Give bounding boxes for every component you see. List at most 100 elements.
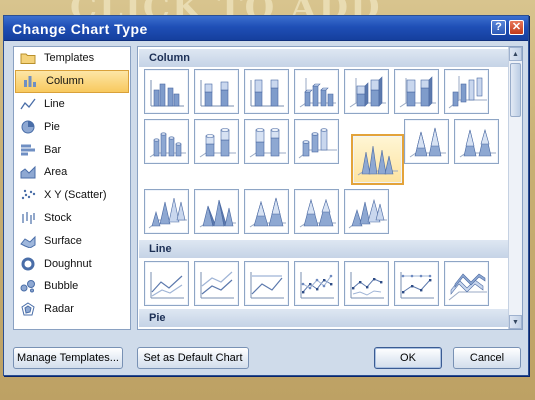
close-button[interactable]: ✕	[509, 20, 524, 35]
clustered-cone-icon	[357, 145, 398, 176]
3d-column-icon	[448, 76, 487, 109]
section-header-column: Column	[139, 49, 509, 67]
subtype-100-stacked-pyramid[interactable]	[294, 189, 339, 234]
chart-subtype-gallery: Column Line Pie ▲ ▼	[137, 46, 523, 330]
percent-stacked-pyramid-icon	[299, 198, 336, 228]
set-as-default-chart-button[interactable]: Set as Default Chart	[137, 347, 249, 369]
subtype-100-stacked-column[interactable]	[244, 69, 289, 114]
area-chart-icon	[20, 166, 36, 179]
bar-chart-icon	[21, 144, 35, 156]
chart-type-doughnut[interactable]: Doughnut	[14, 252, 130, 275]
stacked-line-icon	[200, 271, 234, 299]
cancel-button[interactable]: Cancel	[453, 347, 521, 369]
subtype-stacked-line[interactable]	[194, 261, 239, 306]
percent-stacked-line-icon	[250, 272, 284, 299]
scroll-down-arrow[interactable]: ▼	[509, 315, 522, 329]
line-chart-icon	[20, 98, 36, 110]
chart-type-label: Bar	[44, 143, 62, 156]
subtype-line[interactable]	[144, 261, 189, 306]
folder-icon	[20, 53, 36, 65]
subtype-100-stacked-cone[interactable]	[454, 119, 499, 164]
change-chart-type-dialog: Change Chart Type ? ✕ Templates Column L…	[3, 15, 529, 376]
clustered-cylinder-icon	[149, 132, 186, 158]
stacked-line-with-markers-icon	[350, 272, 384, 299]
title-bar[interactable]: Change Chart Type ? ✕	[4, 16, 528, 41]
chart-type-label: Doughnut	[44, 257, 92, 270]
chart-type-stock[interactable]: Stock	[14, 207, 130, 230]
chart-type-label: Line	[44, 97, 65, 110]
3d-stacked-column-icon	[349, 76, 386, 108]
percent-stacked-cone-icon	[459, 128, 496, 158]
line-with-markers-icon	[300, 272, 334, 299]
bubble-chart-icon	[20, 280, 35, 293]
subtype-3d-line[interactable]	[444, 261, 489, 306]
3d-line-icon	[448, 273, 487, 301]
3d-pyramid-icon	[348, 198, 387, 229]
help-button[interactable]: ?	[491, 20, 506, 35]
chart-type-pie[interactable]: Pie	[14, 115, 130, 138]
chart-type-templates[interactable]: Templates	[14, 47, 130, 70]
subtype-100-stacked-line[interactable]	[244, 261, 289, 306]
subtype-clustered-cone-selected[interactable]	[351, 134, 404, 185]
subtype-stacked-column[interactable]	[194, 69, 239, 114]
subtype-100-stacked-cylinder[interactable]	[244, 119, 289, 164]
chart-type-scatter[interactable]: X Y (Scatter)	[14, 184, 130, 207]
chart-type-radar[interactable]: Radar	[14, 298, 130, 321]
subtype-3d-cone[interactable]	[144, 189, 189, 234]
subtype-3d-cylinder[interactable]	[294, 119, 339, 164]
subtype-100-stacked-line-with-markers[interactable]	[394, 261, 439, 306]
subtype-stacked-cylinder[interactable]	[194, 119, 239, 164]
chart-type-surface[interactable]: Surface	[14, 229, 130, 252]
ok-button[interactable]: OK	[374, 347, 442, 369]
percent-stacked-cylinder-icon	[249, 128, 286, 158]
chart-type-area[interactable]: Area	[14, 161, 130, 184]
chart-type-line[interactable]: Line	[14, 93, 130, 116]
chart-type-label: X Y (Scatter)	[44, 189, 107, 202]
stacked-cone-icon	[409, 127, 446, 158]
3d-percent-stacked-column-icon	[399, 76, 436, 108]
percent-stacked-column-icon	[250, 79, 284, 107]
clustered-pyramid-icon	[199, 199, 236, 228]
subtype-3d-clustered-column[interactable]	[294, 69, 339, 114]
chart-type-label: Area	[44, 166, 68, 179]
subtype-3d-pyramid[interactable]	[344, 189, 389, 234]
chart-type-bubble[interactable]: Bubble	[14, 275, 130, 298]
subtype-clustered-pyramid[interactable]	[194, 189, 239, 234]
chart-type-label: Surface	[44, 234, 82, 247]
subtype-clustered-cylinder[interactable]	[144, 119, 189, 164]
line-icon	[150, 272, 184, 299]
subtype-stacked-line-with-markers[interactable]	[344, 261, 389, 306]
chart-type-bar[interactable]: Bar	[14, 138, 130, 161]
gallery-scrollbar[interactable]: ▲ ▼	[508, 47, 522, 329]
chart-type-label: Pie	[44, 120, 60, 133]
chart-type-label: Stock	[44, 211, 72, 224]
radar-chart-icon	[21, 302, 35, 316]
subtype-clustered-column[interactable]	[144, 69, 189, 114]
scroll-thumb[interactable]	[510, 63, 521, 117]
subtype-stacked-pyramid[interactable]	[244, 189, 289, 234]
percent-stacked-line-with-markers-icon	[400, 272, 434, 299]
3d-clustered-column-icon	[299, 78, 336, 108]
surface-chart-icon	[20, 235, 36, 248]
subtype-3d-column[interactable]	[444, 69, 489, 114]
subtype-3d-stacked-column[interactable]	[344, 69, 389, 114]
subtype-stacked-cone[interactable]	[404, 119, 449, 164]
manage-templates-button[interactable]: Manage Templates...	[13, 347, 123, 369]
chart-type-list: Templates Column Line Pie Bar Area X Y (…	[13, 46, 131, 330]
stacked-cylinder-icon	[199, 128, 236, 158]
scatter-chart-icon	[21, 189, 36, 200]
subtype-3d-100-stacked-column[interactable]	[394, 69, 439, 114]
clustered-column-icon	[150, 80, 184, 107]
column-chart-icon	[24, 76, 36, 88]
stacked-column-icon	[200, 80, 234, 107]
chart-type-label: Radar	[44, 303, 74, 316]
section-header-line: Line	[139, 240, 509, 258]
chart-type-label: Templates	[44, 52, 95, 65]
subtype-line-with-markers[interactable]	[294, 261, 339, 306]
chart-type-column[interactable]: Column	[15, 69, 129, 93]
dialog-title: Change Chart Type	[12, 21, 148, 37]
scroll-up-arrow[interactable]: ▲	[509, 47, 522, 61]
pie-chart-icon	[21, 120, 35, 134]
chart-type-label: Bubble	[44, 280, 79, 293]
3d-cone-icon	[148, 197, 187, 229]
